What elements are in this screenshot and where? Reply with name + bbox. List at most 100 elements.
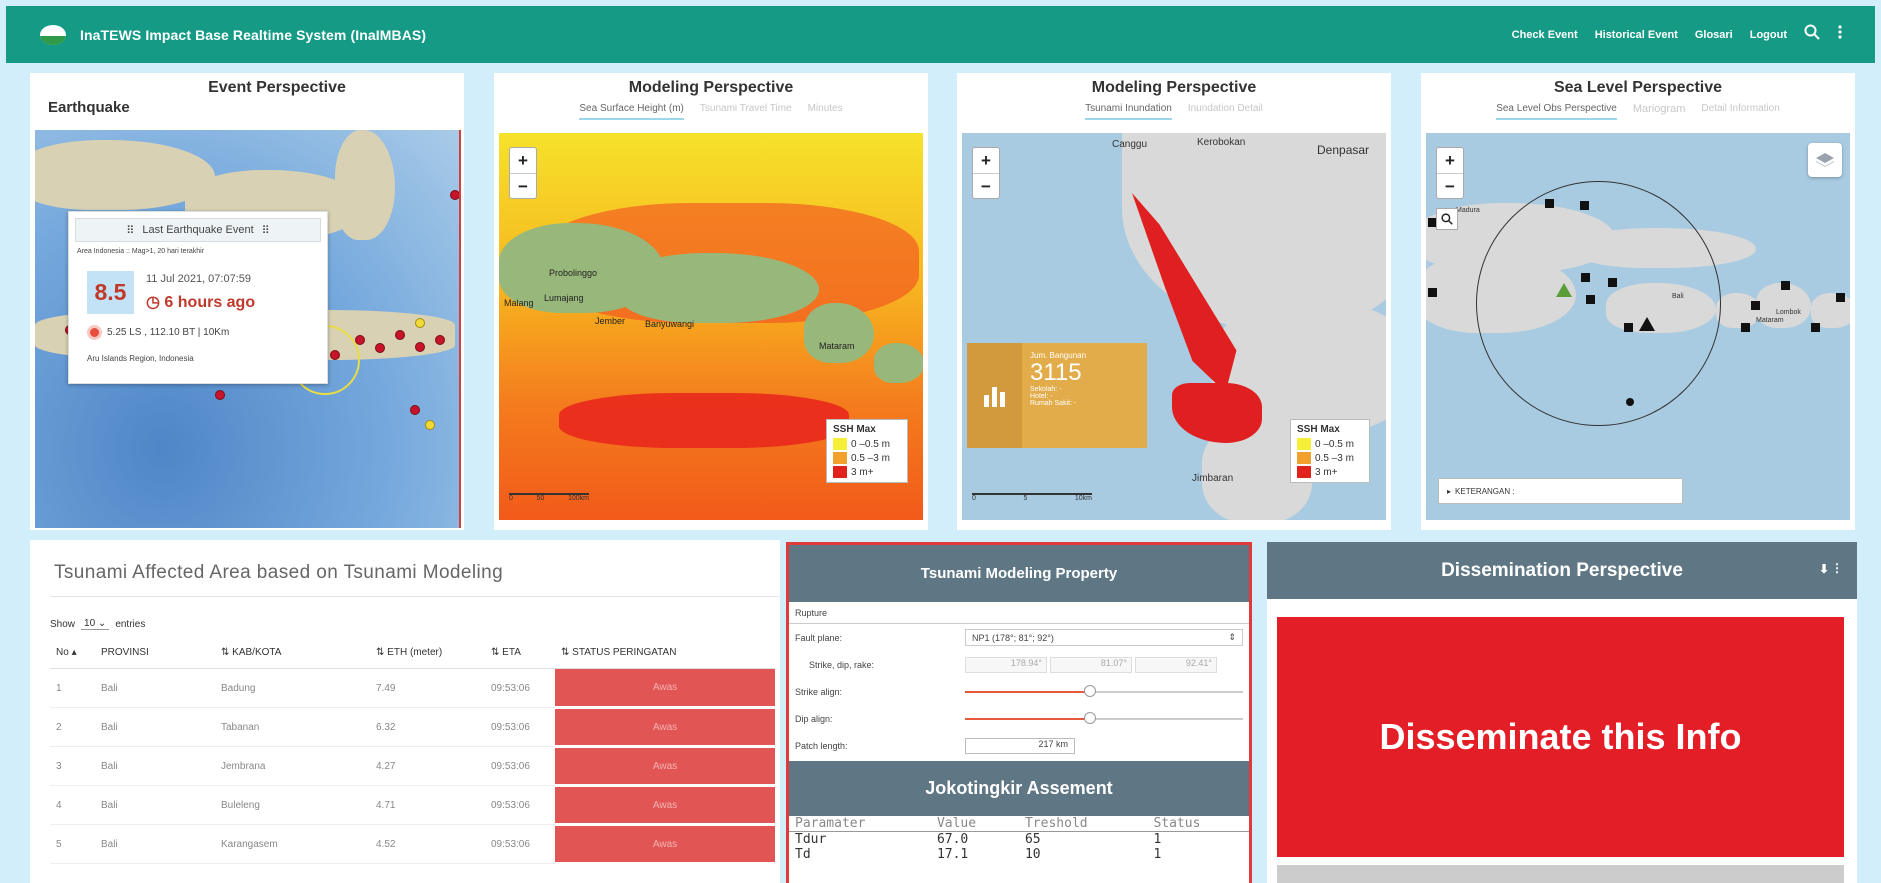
col-eth[interactable]: ⇅ ETH (meter): [370, 637, 485, 669]
affected-area-card: Tsunami Affected Area based on Tsunami M…: [30, 540, 780, 883]
inundation-zoom-control: + −: [972, 147, 1000, 199]
ssh-zoom-control: + −: [509, 147, 537, 199]
tsunami-property-card: Tsunami Modeling Property Rupture Fault …: [786, 542, 1252, 883]
entries-control: Show 10 ⌄ entries: [50, 618, 146, 630]
building-stat-box: Jum. Bangunan 3115 Sekolah: - Hotel: - R…: [967, 343, 1147, 448]
strike-align-slider[interactable]: [965, 684, 1243, 698]
place-mataram: Mataram: [1756, 317, 1784, 324]
strike-dip-rake-label: Strike, dip, rake:: [809, 659, 875, 670]
col-status[interactable]: ⇅ STATUS PERINGATAN: [555, 637, 775, 669]
dip-align-slider[interactable]: [965, 711, 1243, 725]
tsunami-property-header: Tsunami Modeling Property: [789, 545, 1249, 602]
modeling-ssh-tabs: Sea Surface Height (m) Tsunami Travel Ti…: [494, 103, 928, 120]
rake-field[interactable]: 92.41°: [1135, 656, 1217, 673]
patch-length-label: Patch length:: [795, 740, 848, 751]
search-icon: [1441, 213, 1453, 225]
table-row[interactable]: 2 Bali Tabanan 6.32 09:53:06 Awas: [50, 707, 775, 748]
col-provinsi[interactable]: PROVINSI: [95, 637, 215, 669]
event-perspective-card: Event Perspective Earthquake ⠿ Last Earth…: [30, 73, 464, 530]
zoom-in-button[interactable]: +: [973, 148, 999, 173]
col-eta[interactable]: ⇅ ETA: [485, 637, 555, 669]
sea-level-card: Sea Level Perspective Sea Level Obs Pers…: [1421, 73, 1855, 530]
tab-sea-surface-height[interactable]: Sea Surface Height (m): [579, 103, 684, 120]
inundation-legend: SSH Max 0 –0.5 m 0.5 –3 m 3 m+: [1290, 419, 1370, 483]
more-vertical-icon[interactable]: ⋮: [1831, 561, 1843, 575]
tab-detail-information[interactable]: Detail Information: [1701, 103, 1779, 120]
app-logo-icon: [40, 24, 66, 45]
tab-earthquake[interactable]: Earthquake: [48, 99, 130, 116]
table-row[interactable]: 1 Bali Badung 7.49 09:53:06 Awas: [50, 668, 775, 709]
status-badge: Awas: [555, 785, 775, 826]
nav-glosari[interactable]: Glosari: [1695, 29, 1733, 41]
download-icon[interactable]: ⬇: [1819, 562, 1829, 576]
status-badge: Awas: [555, 707, 775, 748]
nav-check-event[interactable]: Check Event: [1512, 29, 1578, 41]
slider-knob[interactable]: [1084, 711, 1097, 724]
tab-minutes[interactable]: Minutes: [808, 103, 843, 120]
zoom-out-button[interactable]: −: [1437, 173, 1463, 198]
app-title: InaTEWS Impact Base Realtime System (Ina…: [80, 26, 427, 43]
dip-field[interactable]: 81.07°: [1050, 656, 1132, 673]
tab-sea-level-obs[interactable]: Sea Level Obs Perspective: [1496, 103, 1617, 120]
status-badge: Awas: [555, 668, 775, 709]
nav-historical-event[interactable]: Historical Event: [1595, 29, 1678, 41]
sea-level-map[interactable]: Madura Bali Mataram Lombok + − ▸ KETERANG…: [1426, 133, 1850, 520]
place-madura: Madura: [1456, 207, 1480, 214]
col-no[interactable]: No ▴: [50, 637, 95, 669]
jokotingkir-header: Jokotingkir Assement: [789, 761, 1249, 816]
col-kab-kota[interactable]: ⇅ KAB/KOTA: [215, 637, 370, 669]
search-icon[interactable]: [1804, 24, 1820, 45]
more-vertical-icon[interactable]: [1837, 24, 1843, 45]
rupture-section: Rupture: [789, 602, 1249, 624]
top-navbar: InaTEWS Impact Base Realtime System (Ina…: [6, 6, 1875, 63]
place-jember: Jember: [595, 316, 626, 326]
table-row[interactable]: 4 Bali Buleleng 4.71 09:53:06 Awas: [50, 785, 775, 826]
clock-icon: ◷: [146, 294, 160, 311]
popup-header[interactable]: ⠿ Last Earthquake Event ⠿: [75, 218, 321, 242]
inundation-map[interactable]: Canggu Kerobokan Denpasar Jimbaran + − J…: [962, 133, 1386, 520]
tab-tsunami-inundation[interactable]: Tsunami Inundation: [1085, 103, 1172, 120]
place-probolinggo: Probolinggo: [549, 268, 598, 278]
top-nav: Check Event Historical Event Glosari Log…: [1512, 24, 1843, 45]
fault-plane-select[interactable]: NP1 (178°; 81°; 92°) ⇕: [965, 629, 1243, 646]
tab-mariogram[interactable]: Mariogram: [1633, 103, 1686, 120]
strike-align-label: Strike align:: [795, 686, 843, 697]
tab-inundation-detail[interactable]: Inundation Detail: [1188, 103, 1263, 120]
fault-plane-label: Fault plane:: [795, 632, 843, 643]
place-lumajang: Lumajang: [544, 293, 584, 303]
modeling-ssh-card: Modeling Perspective Sea Surface Height …: [494, 73, 928, 530]
nav-logout[interactable]: Logout: [1750, 29, 1787, 41]
entries-select[interactable]: 10 ⌄: [81, 618, 110, 630]
table-row[interactable]: 5 Bali Karangasem 4.52 09:53:06 Awas: [50, 824, 775, 865]
strike-field[interactable]: 178.94°: [965, 656, 1047, 673]
patch-length-field[interactable]: 217 km: [965, 737, 1075, 754]
modeling-inundation-title: Modeling Perspective: [1091, 79, 1257, 96]
zoom-out-button[interactable]: −: [510, 173, 536, 198]
layers-icon: [1816, 153, 1834, 167]
place-kerobokan: Kerobokan: [1197, 137, 1246, 148]
zoom-in-button[interactable]: +: [510, 148, 536, 173]
zoom-in-button[interactable]: +: [1437, 148, 1463, 173]
table-row[interactable]: 3 Bali Jembrana 4.27 09:53:06 Awas: [50, 746, 775, 787]
event-datetime: 11 Jul 2021, 07:07:59: [146, 273, 251, 285]
ssh-map[interactable]: Probolinggo Lumajang Jember Banyuwangi M…: [499, 133, 923, 520]
zoom-out-button[interactable]: −: [973, 173, 999, 198]
bar-chart-icon: [967, 343, 1022, 448]
disseminate-button[interactable]: Disseminate this Info: [1277, 617, 1844, 857]
table-row: Td 17.1 10 1: [795, 847, 1162, 862]
building-stat-value: 3115: [1030, 359, 1082, 386]
event-region: Aru Islands Region, Indonesia: [87, 354, 194, 363]
tab-tsunami-travel-time[interactable]: Tsunami Travel Time: [700, 103, 792, 120]
place-denpasar: Denpasar: [1317, 143, 1370, 157]
event-perspective-title: Event Perspective: [208, 79, 346, 96]
keterangan-toggle[interactable]: ▸ KETERANGAN :: [1438, 478, 1683, 504]
slider-knob[interactable]: [1084, 684, 1097, 697]
dissemination-header: Dissemination Perspective ⬇ ⋮: [1267, 542, 1857, 599]
map-search-button[interactable]: [1436, 208, 1458, 230]
affected-area-table: No ▴ PROVINSI ⇅ KAB/KOTA ⇅ ETH (meter) ⇅…: [50, 637, 775, 865]
status-badge: Awas: [555, 746, 775, 787]
layers-button[interactable]: [1808, 143, 1842, 177]
status-badge: Awas: [555, 824, 775, 865]
ssh-scale-bar: 0 50 100km: [509, 493, 589, 502]
epicenter-icon: [87, 325, 102, 340]
